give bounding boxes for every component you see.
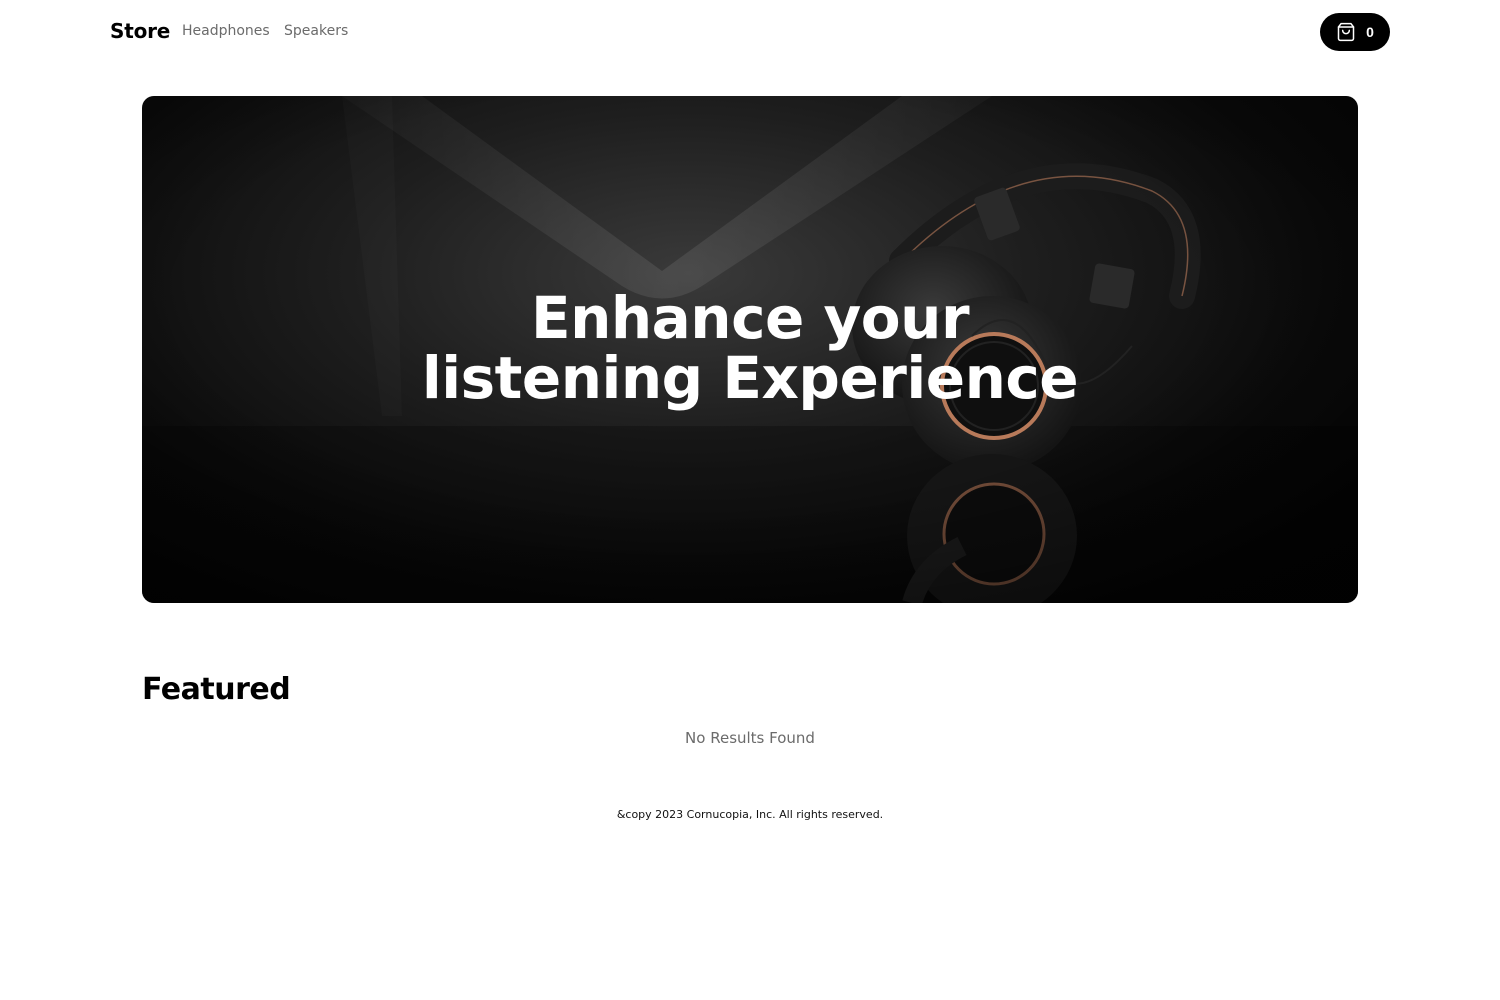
- hero-title: Enhance your listening Experience: [142, 288, 1358, 408]
- hero-title-line-1: Enhance your: [530, 284, 970, 352]
- featured-heading: Featured: [142, 672, 291, 707]
- hero-banner: Enhance your listening Experience: [142, 96, 1358, 603]
- shopping-bag-icon: [1336, 22, 1356, 42]
- nav-link-speakers[interactable]: Speakers: [284, 23, 348, 39]
- cart-count: 0: [1366, 24, 1374, 40]
- footer-copyright: &copy 2023 Cornucopia, Inc. All rights r…: [616, 808, 884, 821]
- hero-title-line-2: listening Experience: [421, 344, 1079, 412]
- cart-button[interactable]: 0: [1320, 13, 1390, 51]
- navbar: Store Headphones Speakers 0: [0, 0, 1500, 64]
- no-results-message: No Results Found: [685, 729, 815, 747]
- nav-link-headphones[interactable]: Headphones: [182, 23, 270, 39]
- brand-logo-link[interactable]: Store: [110, 19, 170, 43]
